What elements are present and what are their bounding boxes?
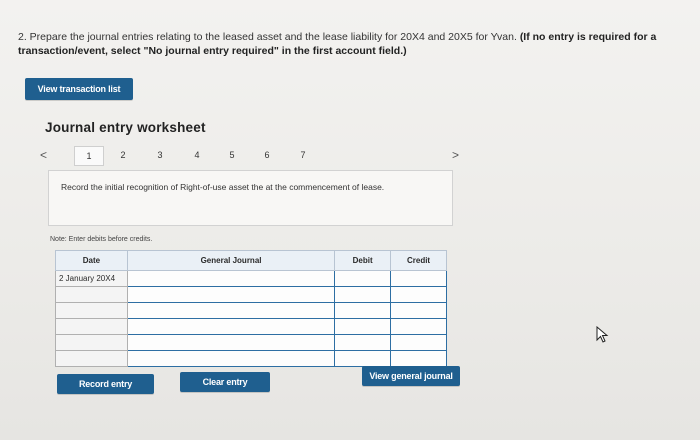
next-page-icon[interactable]: > [452, 148, 459, 162]
account-select[interactable] [126, 350, 336, 367]
debit-input[interactable] [334, 334, 392, 351]
debit-header: Debit [334, 250, 392, 271]
credit-input[interactable] [390, 318, 447, 335]
account-select[interactable] [126, 318, 336, 335]
debit-input[interactable] [334, 302, 392, 319]
mouse-pointer-icon [596, 326, 609, 343]
credit-input[interactable] [390, 350, 447, 367]
table-row [55, 286, 447, 303]
debit-input[interactable] [334, 270, 392, 287]
debit-input[interactable] [334, 318, 392, 335]
record-entry-button[interactable]: Record entry [57, 374, 154, 394]
question-main: 2. Prepare the journal entries relating … [18, 31, 517, 43]
page-tab-3[interactable]: 3 [153, 150, 167, 160]
date-cell [55, 350, 128, 367]
table-row [55, 318, 447, 335]
general-journal-header: General Journal [126, 250, 336, 271]
page-tab-4[interactable]: 4 [190, 150, 204, 160]
page-tab-1[interactable]: 1 [74, 146, 104, 166]
table-row [55, 334, 447, 351]
table-row [55, 302, 447, 319]
page-tab-2[interactable]: 2 [116, 150, 130, 160]
view-general-journal-button[interactable]: View general journal [362, 366, 460, 386]
debit-credit-note: Note: Enter debits before credits. [50, 236, 153, 243]
credit-input[interactable] [390, 270, 447, 287]
date-cell [55, 334, 128, 351]
debit-input[interactable] [334, 286, 392, 303]
question-text: 2. Prepare the journal entries relating … [18, 30, 678, 58]
journal-header-row: Date General Journal Debit Credit [55, 250, 447, 271]
debit-input[interactable] [334, 350, 392, 367]
date-header: Date [55, 250, 128, 271]
table-row [55, 350, 447, 367]
account-select[interactable] [126, 270, 336, 287]
account-select[interactable] [126, 334, 336, 351]
table-row: 2 January 20X4 [55, 270, 447, 287]
prev-page-icon[interactable]: < [40, 148, 47, 162]
account-select[interactable] [126, 302, 336, 319]
credit-header: Credit [390, 250, 447, 271]
page: 2. Prepare the journal entries relating … [0, 0, 700, 440]
account-select[interactable] [126, 286, 336, 303]
page-tab-5[interactable]: 5 [225, 150, 239, 160]
date-cell [55, 318, 128, 335]
date-cell: 2 January 20X4 [55, 270, 128, 287]
worksheet-pager: < 1 2 3 4 5 6 7 > [40, 146, 470, 166]
view-transaction-list-button[interactable]: View transaction list [25, 78, 133, 100]
page-tab-6[interactable]: 6 [260, 150, 274, 160]
page-tab-7[interactable]: 7 [296, 150, 310, 160]
journal-table: Date General Journal Debit Credit 2 Janu… [55, 250, 447, 367]
credit-input[interactable] [390, 286, 447, 303]
date-cell [55, 286, 128, 303]
worksheet-title: Journal entry worksheet [45, 120, 206, 135]
credit-input[interactable] [390, 302, 447, 319]
clear-entry-button[interactable]: Clear entry [180, 372, 270, 392]
credit-input[interactable] [390, 334, 447, 351]
instruction-box: Record the initial recognition of Right-… [48, 170, 453, 226]
date-cell [55, 302, 128, 319]
